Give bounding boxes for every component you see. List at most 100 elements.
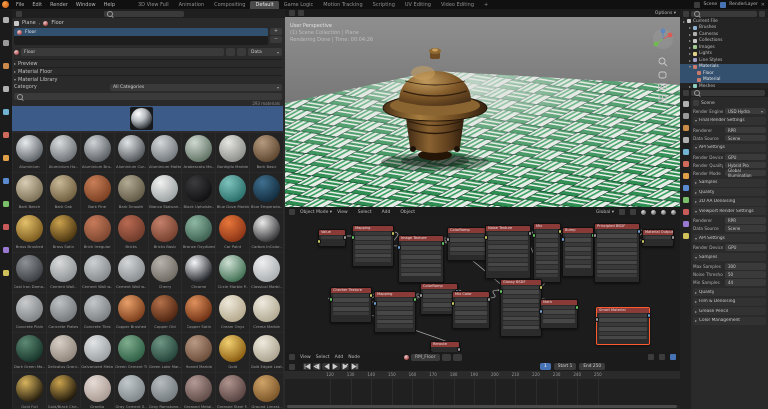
- scene-icon[interactable]: [694, 2, 700, 8]
- material-item[interactable]: Cement Wall w..: [81, 253, 114, 292]
- shading-solid-icon[interactable]: [651, 210, 656, 215]
- tab-video-editing[interactable]: Video Editing: [436, 1, 479, 9]
- shader-node-material-output[interactable]: Material Output: [642, 229, 674, 247]
- setting-value[interactable]: GPU: [725, 244, 766, 251]
- properties-tab-icon-5[interactable]: [3, 132, 9, 138]
- properties-tab-icon-0[interactable]: [3, 17, 9, 23]
- material-item[interactable]: Cement Wall w..: [115, 253, 148, 292]
- material-item[interactable]: Green Cement Til..: [115, 333, 148, 372]
- current-frame-field[interactable]: 1: [540, 363, 551, 370]
- material-browse-icon[interactable]: [14, 50, 19, 55]
- shading-rendered-icon[interactable]: [671, 210, 676, 215]
- library-search-input[interactable]: [14, 93, 282, 100]
- tab-3d-view-full[interactable]: 3D View Full: [133, 1, 174, 9]
- material-item[interactable]: Green Lake Mar..: [149, 333, 182, 372]
- node-menu-add[interactable]: Add: [335, 355, 344, 360]
- material-item[interactable]: Bark Basic: [250, 133, 283, 172]
- jump-to-start-button[interactable]: [303, 363, 311, 370]
- material-item[interactable]: Gold Foil: [13, 373, 46, 409]
- material-slot-list[interactable]: Floor: [14, 28, 268, 45]
- material-item[interactable]: Gray Ramstone..: [149, 373, 182, 409]
- panel-material-library[interactable]: ▾Material Library: [14, 75, 282, 83]
- proportional-edit-icon[interactable]: [630, 209, 636, 215]
- material-item[interactable]: Aluminium Ha..: [47, 133, 80, 172]
- category-dropdown[interactable]: All Categories▾: [110, 84, 282, 91]
- editor-type-icon[interactable]: [289, 354, 295, 360]
- gizmo-toggle-icon[interactable]: [298, 10, 304, 16]
- right-properties-tab-icon-8[interactable]: [683, 197, 689, 203]
- new-material-button[interactable]: [226, 48, 235, 56]
- panel-grease-pencil[interactable]: ▸Grease Pencil: [693, 307, 766, 315]
- right-properties-tab-icon-2[interactable]: [683, 125, 689, 131]
- material-item[interactable]: Bricks Basic: [149, 213, 182, 252]
- material-item[interactable]: Aluminium Matte: [149, 133, 182, 172]
- close-icon[interactable]: ✕: [761, 2, 765, 8]
- panel-color-management[interactable]: ▸Color Management: [693, 317, 766, 325]
- properties-search-input[interactable]: [104, 11, 184, 17]
- shader-node-noise-texture[interactable]: Noise Texture: [485, 225, 531, 279]
- new-material-button[interactable]: [442, 354, 451, 361]
- setting-value[interactable]: Scene: [725, 225, 766, 232]
- properties-tab-icon-7[interactable]: [3, 178, 9, 184]
- panel-quality[interactable]: ▸Quality: [693, 188, 766, 196]
- scene-selector[interactable]: Scene: [703, 2, 717, 7]
- tab-compositing[interactable]: Compositing: [209, 1, 250, 9]
- material-item[interactable]: Concrete Tiles: [81, 293, 114, 332]
- unlink-button[interactable]: [453, 354, 462, 361]
- material-item[interactable]: Crema Marble: [250, 293, 283, 332]
- setting-value[interactable]: GPU: [725, 154, 766, 161]
- material-item[interactable]: Brass Satin: [47, 213, 80, 252]
- add-slot-button[interactable]: +: [270, 28, 282, 35]
- material-link-dropdown[interactable]: Data▾: [248, 48, 282, 56]
- right-properties-tab-icon-11[interactable]: [683, 233, 689, 239]
- shader-node-checker-texture[interactable]: Checker Texture: [330, 287, 372, 323]
- snap-icon[interactable]: [648, 354, 654, 360]
- right-properties-tab-icon-10[interactable]: [683, 221, 689, 227]
- shader-node-image-texture[interactable]: Image Texture: [398, 235, 444, 283]
- play-button[interactable]: [332, 363, 340, 370]
- tab-default[interactable]: Default: [250, 1, 278, 9]
- filter-icon[interactable]: [759, 11, 765, 17]
- shader-node-mapping[interactable]: Mapping: [352, 225, 394, 267]
- shader-node-mapping[interactable]: Mapping: [374, 291, 416, 333]
- breadcrumb-object[interactable]: Plane: [22, 20, 36, 26]
- material-item[interactable]: Galvanized Metal: [81, 333, 114, 372]
- material-item[interactable]: Carbon InColor..: [250, 213, 283, 252]
- tab-game-logic[interactable]: Game Logic: [279, 1, 319, 9]
- material-item[interactable]: Brass Brushed: [13, 213, 46, 252]
- display-mode-dropdown[interactable]: [683, 11, 689, 17]
- panel-film-denoising[interactable]: ▸Film & Denoising: [693, 298, 766, 306]
- frame-end-field[interactable]: End 250: [579, 363, 605, 370]
- selected-material-preview-strip[interactable]: [12, 106, 283, 131]
- material-item[interactable]: Blue Emperado..: [250, 173, 283, 212]
- tab-uv-editing[interactable]: UV Editing: [400, 1, 436, 9]
- material-item[interactable]: Black Upholste..: [182, 173, 215, 212]
- material-item[interactable]: Blue Dove Marble: [216, 173, 249, 212]
- tool-icon[interactable]: [289, 10, 295, 16]
- material-item[interactable]: Cherry: [149, 253, 182, 292]
- material-item[interactable]: Copper Old: [149, 293, 182, 332]
- tab-animation[interactable]: Animation: [174, 1, 210, 9]
- editor-type-icon[interactable]: [683, 90, 689, 96]
- node-menu-view[interactable]: View: [300, 355, 311, 360]
- panel-api-settings[interactable]: ▾API Settings: [693, 234, 766, 242]
- material-item[interactable]: Copper Satin: [182, 293, 215, 332]
- material-item[interactable]: Bardiglio Marble: [216, 133, 249, 172]
- menu-render[interactable]: Render: [46, 2, 72, 8]
- timeline-scrollbar[interactable]: [287, 405, 677, 408]
- right-properties-tab-icon-0[interactable]: [683, 101, 689, 107]
- panel-material-floor[interactable]: ▸Material Floor: [14, 67, 282, 75]
- material-item[interactable]: Gold: [216, 333, 249, 372]
- menu-file[interactable]: File: [12, 2, 28, 8]
- material-item[interactable]: Bricks: [115, 213, 148, 252]
- material-item[interactable]: Gray Cement S..: [115, 373, 148, 409]
- snap-magnet-icon[interactable]: [619, 209, 625, 215]
- shader-node-principled-bsdf[interactable]: Principled BSDF: [594, 223, 640, 283]
- viewport-menu-select[interactable]: Select: [358, 210, 372, 215]
- material-item[interactable]: Gold/Black Che..: [47, 373, 80, 409]
- material-item[interactable]: Circle Marble P..: [216, 253, 249, 292]
- properties-tab-icon-11[interactable]: [3, 270, 9, 276]
- material-name-field[interactable]: Floor: [21, 48, 224, 56]
- material-item[interactable]: Bianco Statuari..: [149, 173, 182, 212]
- properties-tab-icon-3[interactable]: [3, 86, 9, 92]
